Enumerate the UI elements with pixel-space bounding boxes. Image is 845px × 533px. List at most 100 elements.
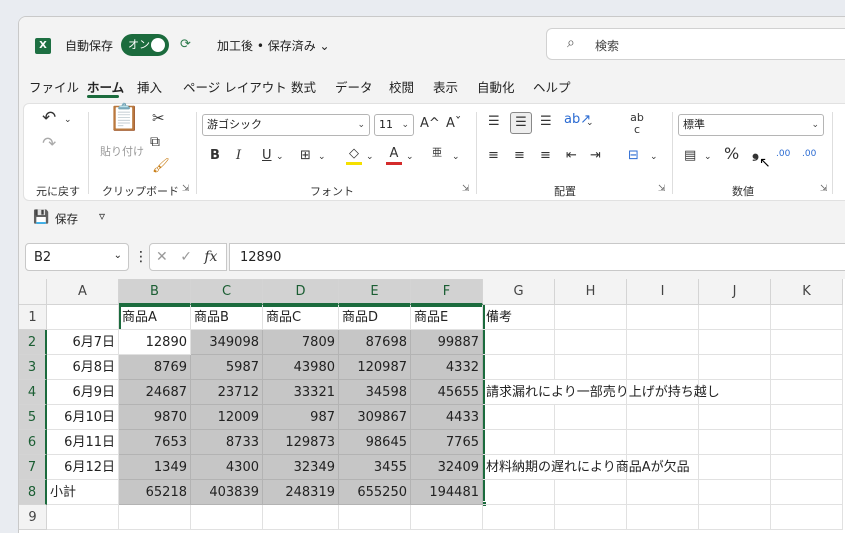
cell[interactable] <box>555 355 627 380</box>
cell[interactable] <box>771 330 843 355</box>
cancel-icon[interactable]: ✕ <box>156 249 168 265</box>
save-status-icon[interactable]: ⟳ <box>180 37 196 53</box>
cell[interactable] <box>483 505 555 530</box>
cell[interactable]: 備考 <box>483 305 555 330</box>
row-header-6[interactable]: 6 <box>19 430 47 455</box>
borders-icon[interactable]: ⊞ <box>300 148 311 164</box>
underline-dropdown-icon[interactable]: ⌄ <box>276 149 284 165</box>
cell[interactable]: 6月11日 <box>47 430 119 455</box>
cell[interactable] <box>771 305 843 330</box>
cell[interactable]: 材料納期の遅れにより商品Aが欠品 <box>483 455 690 480</box>
cell[interactable] <box>483 330 555 355</box>
cell[interactable]: 12009 <box>191 405 263 430</box>
cell[interactable]: 4433 <box>411 405 483 430</box>
cell[interactable]: 7765 <box>411 430 483 455</box>
cell[interactable]: 3455 <box>339 455 411 480</box>
cell[interactable] <box>771 405 843 430</box>
cell[interactable]: 8769 <box>119 355 191 380</box>
column-header-c[interactable]: C <box>191 279 263 305</box>
tab-file[interactable]: ファイル <box>29 77 79 96</box>
row-header-4[interactable]: 4 <box>19 380 47 405</box>
cell[interactable]: 5987 <box>191 355 263 380</box>
cell[interactable]: 6月8日 <box>47 355 119 380</box>
cell[interactable]: 12890 <box>119 330 191 355</box>
cell[interactable]: 194481 <box>411 480 483 505</box>
font-launcher-icon[interactable]: ⇲ <box>462 184 470 194</box>
cell[interactable]: 34598 <box>339 380 411 405</box>
alignment-launcher-icon[interactable]: ⇲ <box>658 184 666 194</box>
redo-icon[interactable]: ↷ <box>42 136 56 153</box>
cell[interactable]: 45655 <box>411 380 483 405</box>
name-box[interactable]: B2 ⌄ <box>25 243 129 271</box>
phonetic-dropdown-icon[interactable]: ⌄ <box>452 149 460 165</box>
undo-dropdown-icon[interactable]: ⌄ <box>64 112 72 128</box>
align-top-icon[interactable]: ☰ <box>488 114 500 130</box>
currency-dropdown-icon[interactable]: ⌄ <box>704 149 712 165</box>
cell[interactable]: 87698 <box>339 330 411 355</box>
column-header-g[interactable]: G <box>483 279 555 305</box>
enter-icon[interactable]: ✓ <box>180 249 192 265</box>
cell[interactable] <box>47 505 119 530</box>
cell[interactable]: 129873 <box>263 430 339 455</box>
cell[interactable] <box>191 505 263 530</box>
font-name-select[interactable]: 游ゴシック ⌄ <box>202 114 370 136</box>
tab-review[interactable]: 校閲 <box>389 77 414 96</box>
phonetic-icon[interactable]: 亜 <box>432 146 442 162</box>
cell[interactable]: 1349 <box>119 455 191 480</box>
tab-help[interactable]: ヘルプ <box>533 77 571 96</box>
align-bottom-icon[interactable]: ☰ <box>540 114 552 130</box>
cell[interactable] <box>699 305 771 330</box>
cell[interactable]: 32349 <box>263 455 339 480</box>
more-options-icon[interactable]: ⋮ <box>134 249 148 265</box>
row-header-3[interactable]: 3 <box>19 355 47 380</box>
column-header-f[interactable]: F <box>411 279 483 305</box>
cell[interactable]: 小計 <box>47 480 119 505</box>
borders-dropdown-icon[interactable]: ⌄ <box>318 149 326 165</box>
cell[interactable] <box>699 405 771 430</box>
cell[interactable]: 987 <box>263 405 339 430</box>
shrink-font-button[interactable]: Aˇ <box>446 116 461 132</box>
font-color-dropdown-icon[interactable]: ⌄ <box>406 149 414 165</box>
align-center-icon[interactable]: ≡ <box>514 148 525 164</box>
cell[interactable] <box>771 430 843 455</box>
cell[interactable]: 120987 <box>339 355 411 380</box>
cell[interactable] <box>483 355 555 380</box>
cell[interactable] <box>699 505 771 530</box>
decrease-indent-icon[interactable]: ⇤ <box>566 148 577 164</box>
fill-color-icon[interactable]: ◇ <box>346 146 362 165</box>
grow-font-button[interactable]: A^ <box>420 116 440 132</box>
cell[interactable]: 23712 <box>191 380 263 405</box>
cell[interactable]: 24687 <box>119 380 191 405</box>
cell[interactable] <box>699 355 771 380</box>
column-header-e[interactable]: E <box>339 279 411 305</box>
cell[interactable]: 商品B <box>191 305 263 330</box>
cell[interactable] <box>627 405 699 430</box>
align-middle-icon[interactable]: ☰ <box>510 112 532 134</box>
cell[interactable] <box>699 480 771 505</box>
row-header-7[interactable]: 7 <box>19 455 47 480</box>
cell[interactable]: 4300 <box>191 455 263 480</box>
cell[interactable] <box>555 480 627 505</box>
cell[interactable]: 7809 <box>263 330 339 355</box>
undo-icon[interactable]: ↶ <box>42 110 56 127</box>
clipboard-launcher-icon[interactable]: ⇲ <box>182 184 190 194</box>
tab-page-layout[interactable]: ページ レイアウト <box>183 77 287 96</box>
cell[interactable] <box>699 330 771 355</box>
cell[interactable]: 309867 <box>339 405 411 430</box>
row-header-9[interactable]: 9 <box>19 505 47 530</box>
column-header-d[interactable]: D <box>263 279 339 305</box>
cell[interactable]: 8733 <box>191 430 263 455</box>
column-header-j[interactable]: J <box>699 279 771 305</box>
cell[interactable] <box>47 305 119 330</box>
cell[interactable]: 4332 <box>411 355 483 380</box>
align-left-icon[interactable]: ≡ <box>488 148 499 164</box>
cell[interactable] <box>555 330 627 355</box>
format-painter-icon[interactable]: 🖌 <box>152 158 170 174</box>
cell[interactable]: 商品A <box>119 305 191 330</box>
formula-input[interactable]: 12890 <box>229 243 845 271</box>
cut-icon[interactable]: ✂ <box>152 110 165 126</box>
cell[interactable]: 43980 <box>263 355 339 380</box>
select-all-corner[interactable] <box>19 279 47 305</box>
cell[interactable] <box>119 505 191 530</box>
percent-button[interactable]: % <box>724 146 739 162</box>
